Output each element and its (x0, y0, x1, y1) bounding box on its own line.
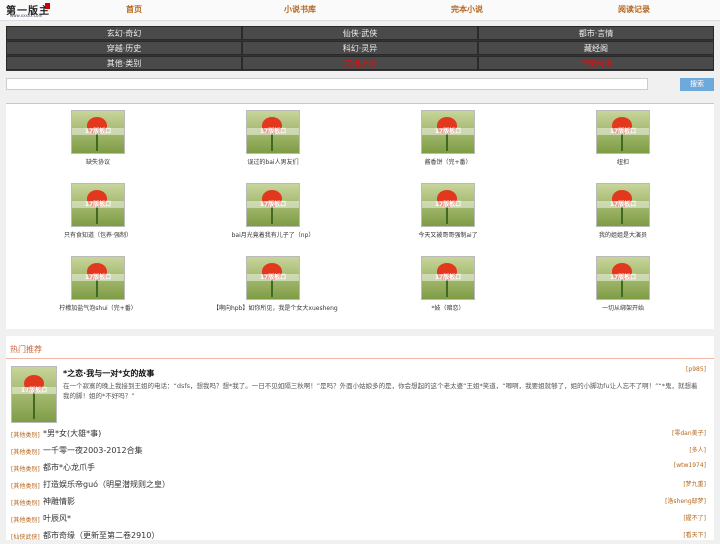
book-grid: 17版板口 缺失协议 17版板口 误过的bai人男友们 17版板口 酱香饼（完+… (6, 104, 714, 329)
book-title[interactable]: 我的姐姐是大演员 (563, 230, 683, 239)
book-cover[interactable]: 17版板口 (71, 110, 125, 154)
list-item-category[interactable]: [其他类别] (11, 498, 40, 507)
section-title: 热门推荐 (10, 345, 42, 354)
list-item-category[interactable]: [其他类别] (11, 464, 40, 473)
featured-book-description: 在一个寂寞的晚上我接到王姐的电话：“dsfs，想我吗？想*我了。一日不见如隔三秋… (63, 382, 698, 400)
book-title[interactable]: 今天又被哥哥强制ai了 (388, 230, 508, 239)
book-item[interactable]: 17版板口 *妓（暗恋） (388, 256, 508, 312)
list-item-category[interactable]: [其他类别] (11, 515, 40, 524)
search-input[interactable] (6, 78, 648, 90)
nav-home[interactable]: 首页 (126, 4, 142, 15)
book-item[interactable]: 17版板口 只有食知道（包养·强制） (38, 183, 158, 239)
list-item-title[interactable]: 一千零一夜2003-2012合集 (43, 445, 143, 456)
book-cover[interactable]: 17版板口 (596, 110, 650, 154)
hot-recommend-section: 热门推荐 17版板口 *之恋·我与一对*女的故事 [p985] 在一个寂寞的晚上… (6, 336, 714, 541)
featured-book-author[interactable]: [p985] (686, 366, 706, 373)
list-item-title[interactable]: 都市奇缘（更新至第二卷2910） (43, 530, 159, 541)
nav-library[interactable]: 小说书库 (284, 4, 316, 15)
divider (6, 358, 714, 359)
logo-subtext: www.xxxxx.com (10, 13, 43, 18)
list-item-title[interactable]: 都市*心龙爪手 (43, 462, 95, 473)
list-item-author[interactable]: [多人] (689, 445, 706, 454)
book-item[interactable]: 17版板口 酱香饼（完+番） (388, 110, 508, 166)
book-item[interactable]: 17版板口 我的姐姐是大演员 (563, 183, 683, 239)
book-cover[interactable]: 17版板口 (596, 256, 650, 300)
list-item-category[interactable]: [其他类别] (11, 430, 40, 439)
featured-book-title[interactable]: *之恋·我与一对*女的故事 (63, 368, 154, 379)
category-link[interactable]: 其他·类别 (6, 56, 242, 70)
book-item[interactable]: 17版板口 一切从绑架开始 (563, 256, 683, 312)
book-item[interactable]: 17版板口 纽扣 (563, 110, 683, 166)
category-link-highlight[interactable]: 书架阅读 (478, 56, 714, 70)
list-item[interactable]: [其他类别] 都市*心龙爪手 [wtw1974] (6, 460, 714, 476)
book-cover[interactable]: 17版板口 (421, 183, 475, 227)
category-link[interactable]: 藏经阁 (478, 41, 714, 55)
list-item-category[interactable]: [其他类别] (11, 447, 40, 456)
list-item-author[interactable]: [握不了] (683, 513, 706, 522)
book-title[interactable]: 只有食知道（包养·强制） (38, 230, 158, 239)
site-logo[interactable]: 第一版主 www.xxxxx.com (4, 2, 52, 18)
book-title[interactable]: 一切从绑架开始 (563, 303, 683, 312)
logo-stamp-icon (45, 3, 50, 9)
list-item[interactable]: [其他类别] *男*女(大雄*事) [零dan美子] (6, 426, 714, 442)
list-item-author[interactable]: [洛sheng邸梦] (665, 496, 706, 505)
list-item-author[interactable]: [梦九重] (683, 479, 706, 488)
book-item[interactable]: 17版板口 【啊向hpb】如你所见，我是个女大xuesheng (213, 256, 338, 312)
list-item[interactable]: [其他类别] 打造娱乐帝guó（明星潜规则之皇） [梦九重] (6, 477, 714, 493)
list-item-author[interactable]: [零dan美子] (672, 428, 706, 437)
list-item-title[interactable]: *男*女(大雄*事) (43, 428, 101, 439)
book-item[interactable]: 17版板口 柠檬加盐气泡shui（完+番） (38, 256, 158, 312)
top-bar: 第一版主 www.xxxxx.com 首页 小说书库 完本小说 阅读记录 (0, 0, 720, 21)
list-item-title[interactable]: 叶辰风* (43, 513, 71, 524)
search-button[interactable]: 搜索 (680, 78, 714, 91)
book-item[interactable]: 17版板口 今天又被哥哥强制ai了 (388, 183, 508, 239)
book-title[interactable]: 柠檬加盐气泡shui（完+番） (38, 303, 158, 312)
list-item-title[interactable]: 神雕情影 (43, 496, 75, 507)
nav-reading-history[interactable]: 阅读记录 (618, 4, 650, 15)
nav-completed[interactable]: 完本小说 (451, 4, 483, 15)
book-item[interactable]: 17版板口 误过的bai人男友们 (213, 110, 333, 166)
book-cover[interactable]: 17版板口 (246, 183, 300, 227)
book-cover[interactable]: 17版板口 (421, 110, 475, 154)
list-item-category[interactable]: [其他类别] (11, 481, 40, 490)
book-item[interactable]: 17版板口 缺失协议 (38, 110, 158, 166)
category-link-highlight[interactable]: 完结小说 (242, 56, 478, 70)
book-title[interactable]: 【啊向hpb】如你所见，我是个女大xuesheng (213, 303, 338, 312)
featured-book-cover[interactable]: 17版板口 (11, 366, 57, 423)
list-item-author[interactable]: [看天下] (683, 530, 706, 539)
category-grid: 玄幻·奇幻 仙侠·武侠 都市·言情 穿越·历史 科幻·灵异 藏经阁 其他·类别 … (6, 26, 714, 71)
book-title[interactable]: *妓（暗恋） (388, 303, 508, 312)
book-title[interactable]: bai月光竟着我有儿子了（np） (213, 230, 333, 239)
book-item[interactable]: 17版板口 bai月光竟着我有儿子了（np） (213, 183, 333, 239)
book-cover[interactable]: 17版板口 (71, 256, 125, 300)
list-item-author[interactable]: [wtw1974] (674, 462, 706, 469)
book-cover[interactable]: 17版板口 (596, 183, 650, 227)
book-cover[interactable]: 17版板口 (71, 183, 125, 227)
list-item-title[interactable]: 打造娱乐帝guó（明星潜规则之皇） (43, 479, 170, 490)
book-title[interactable]: 酱香饼（完+番） (388, 157, 508, 166)
list-item[interactable]: [其他类别] 神雕情影 [洛sheng邸梦] (6, 494, 714, 510)
category-link[interactable]: 科幻·灵异 (242, 41, 478, 55)
book-cover[interactable]: 17版板口 (421, 256, 475, 300)
book-cover[interactable]: 17版板口 (246, 256, 300, 300)
book-cover[interactable]: 17版板口 (246, 110, 300, 154)
category-link[interactable]: 穿越·历史 (6, 41, 242, 55)
list-item[interactable]: [其他类别] 叶辰风* [握不了] (6, 511, 714, 527)
category-link[interactable]: 玄幻·奇幻 (6, 26, 242, 40)
list-item[interactable]: [仙侠武侠] 都市奇缘（更新至第二卷2910） [看天下] (6, 528, 714, 544)
category-link[interactable]: 都市·言情 (478, 26, 714, 40)
category-link[interactable]: 仙侠·武侠 (242, 26, 478, 40)
book-title[interactable]: 纽扣 (563, 157, 683, 166)
book-title[interactable]: 缺失协议 (38, 157, 158, 166)
list-item[interactable]: [其他类别] 一千零一夜2003-2012合集 [多人] (6, 443, 714, 459)
book-title[interactable]: 误过的bai人男友们 (213, 157, 333, 166)
